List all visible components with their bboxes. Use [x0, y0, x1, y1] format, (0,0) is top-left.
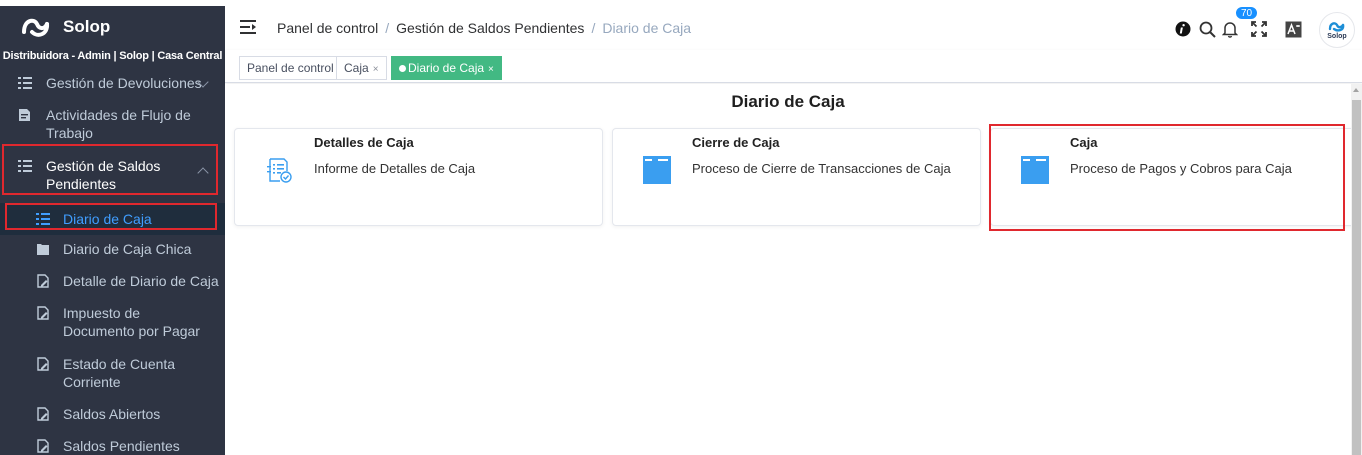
card-description: Informe de Detalles de Caja	[314, 161, 476, 176]
process-folder-icon	[643, 156, 671, 184]
sidebar-item-estado-cuenta[interactable]: Estado de Cuenta Corriente	[0, 355, 225, 391]
tag-diario-de-caja[interactable]: Diario de Caja ×	[391, 56, 502, 80]
solop-logo-icon	[20, 11, 52, 43]
top-navbar: Panel de control / Gestión de Saldos Pendi…	[225, 6, 1362, 50]
card-title: Caja	[1070, 135, 1098, 150]
fullscreen-icon[interactable]	[1250, 20, 1268, 38]
scroll-thumb[interactable]	[1352, 100, 1361, 455]
sidebar: Solop Distribuidora - Admin | Solop | Ca…	[0, 6, 225, 455]
sidebar-item-label: Diario de Caja	[63, 211, 152, 227]
list-icon	[18, 77, 32, 89]
sidebar-item-label: Saldos Pendientes	[63, 438, 180, 454]
edit-doc-icon	[37, 407, 49, 421]
edit-doc-icon	[37, 274, 49, 288]
sidebar-item-gestion-devoluciones[interactable]: Gestión de Devoluciones	[0, 74, 225, 94]
language-icon[interactable]	[1284, 20, 1302, 38]
breadcrumb: Panel de control / Gestión de Saldos Pendi…	[277, 20, 692, 36]
sidebar-item-label: Diario de Caja Chica	[63, 241, 192, 257]
sidebar-item-label: Actividades de Flujo de Trabajo	[46, 107, 191, 141]
info-icon[interactable]	[1174, 20, 1192, 38]
sidebar-item-diario-caja-chica[interactable]: Diario de Caja Chica	[0, 240, 225, 258]
tag-label: Caja	[344, 61, 369, 75]
card-description: Proceso de Pagos y Cobros para Caja	[1070, 161, 1292, 176]
edit-doc-icon	[37, 439, 49, 453]
card-caja[interactable]: Caja Proceso de Pagos y Cobros para Caja	[990, 128, 1359, 226]
breadcrumb-item[interactable]: Panel de control	[277, 20, 378, 36]
sidebar-item-label: Saldos Abiertos	[63, 406, 161, 422]
search-icon[interactable]	[1198, 20, 1216, 38]
tag-caja[interactable]: Caja ×	[336, 56, 387, 80]
breadcrumb-current: Diario de Caja	[602, 20, 692, 36]
edit-doc-icon	[37, 357, 49, 371]
sidebar-item-label: Estado de Cuenta Corriente	[63, 356, 176, 390]
organization-info: Distribuidora - Admin | Solop | Casa Cen…	[2, 50, 223, 62]
close-icon[interactable]: ×	[373, 64, 379, 75]
tags-view: Panel de control Caja × Diario de Caja ×	[225, 50, 1362, 83]
card-title: Cierre de Caja	[692, 135, 780, 150]
sidebar-item-gestion-saldos[interactable]: Gestión de Saldos Pendientes	[0, 157, 225, 193]
list-icon	[36, 213, 50, 225]
edit-doc-icon	[37, 306, 49, 320]
brand[interactable]: Solop	[0, 6, 225, 48]
card-cierre-de-caja[interactable]: Cierre de Caja Proceso de Cierre de Tran…	[612, 128, 981, 226]
avatar-label: Solop	[1327, 33, 1347, 40]
card-detalles-de-caja[interactable]: Detalles de Caja Informe de Detalles de …	[234, 128, 603, 226]
sidebar-item-saldos-pendientes[interactable]: Saldos Pendientes	[0, 437, 225, 455]
report-check-icon	[267, 158, 292, 183]
sidebar-item-label: Detalle de Diario de Caja	[63, 273, 219, 289]
sidebar-item-actividades-flujo[interactable]: Actividades de Flujo de Trabajo	[0, 106, 225, 142]
main-content: Diario de Caja Detalles de Caja Informe …	[225, 84, 1359, 455]
main-scrollbar[interactable]	[1351, 84, 1362, 455]
sidebar-item-label: Gestión de Saldos Pendientes	[46, 158, 161, 192]
close-icon[interactable]: ×	[488, 64, 494, 75]
scroll-up-icon[interactable]	[1353, 88, 1359, 92]
document-icon	[19, 109, 30, 121]
menu-toggle-icon[interactable]	[240, 20, 256, 34]
tag-label: Panel de control	[247, 61, 334, 75]
sidebar-item-detalle-diario[interactable]: Detalle de Diario de Caja	[0, 272, 225, 290]
tag-label: Diario de Caja	[408, 61, 485, 75]
notification-badge: 70	[1235, 6, 1259, 20]
active-dot-icon	[399, 65, 406, 72]
chevron-up-icon	[197, 167, 209, 179]
card-title: Detalles de Caja	[314, 135, 414, 150]
card-description: Proceso de Cierre de Transacciones de Ca…	[692, 161, 951, 176]
sidebar-item-impuesto-documento[interactable]: Impuesto de Documento por Pagar	[0, 304, 225, 340]
process-folder-icon	[1021, 156, 1049, 184]
solop-logo-icon	[1328, 22, 1345, 32]
folder-icon	[37, 244, 49, 255]
list-icon	[18, 160, 32, 172]
sidebar-item-diario-de-caja[interactable]: Diario de Caja	[0, 203, 225, 235]
sidebar-item-label: Impuesto de Documento por Pagar	[63, 305, 200, 339]
app-name: Solop	[63, 17, 111, 36]
page-title: Diario de Caja	[731, 92, 845, 111]
tag-panel-de-control[interactable]: Panel de control	[239, 56, 342, 80]
breadcrumb-item[interactable]: Gestión de Saldos Pendientes	[396, 20, 584, 36]
sidebar-item-saldos-abiertos[interactable]: Saldos Abiertos	[0, 405, 225, 423]
bell-icon[interactable]	[1221, 20, 1239, 38]
avatar[interactable]: Solop	[1319, 12, 1355, 48]
